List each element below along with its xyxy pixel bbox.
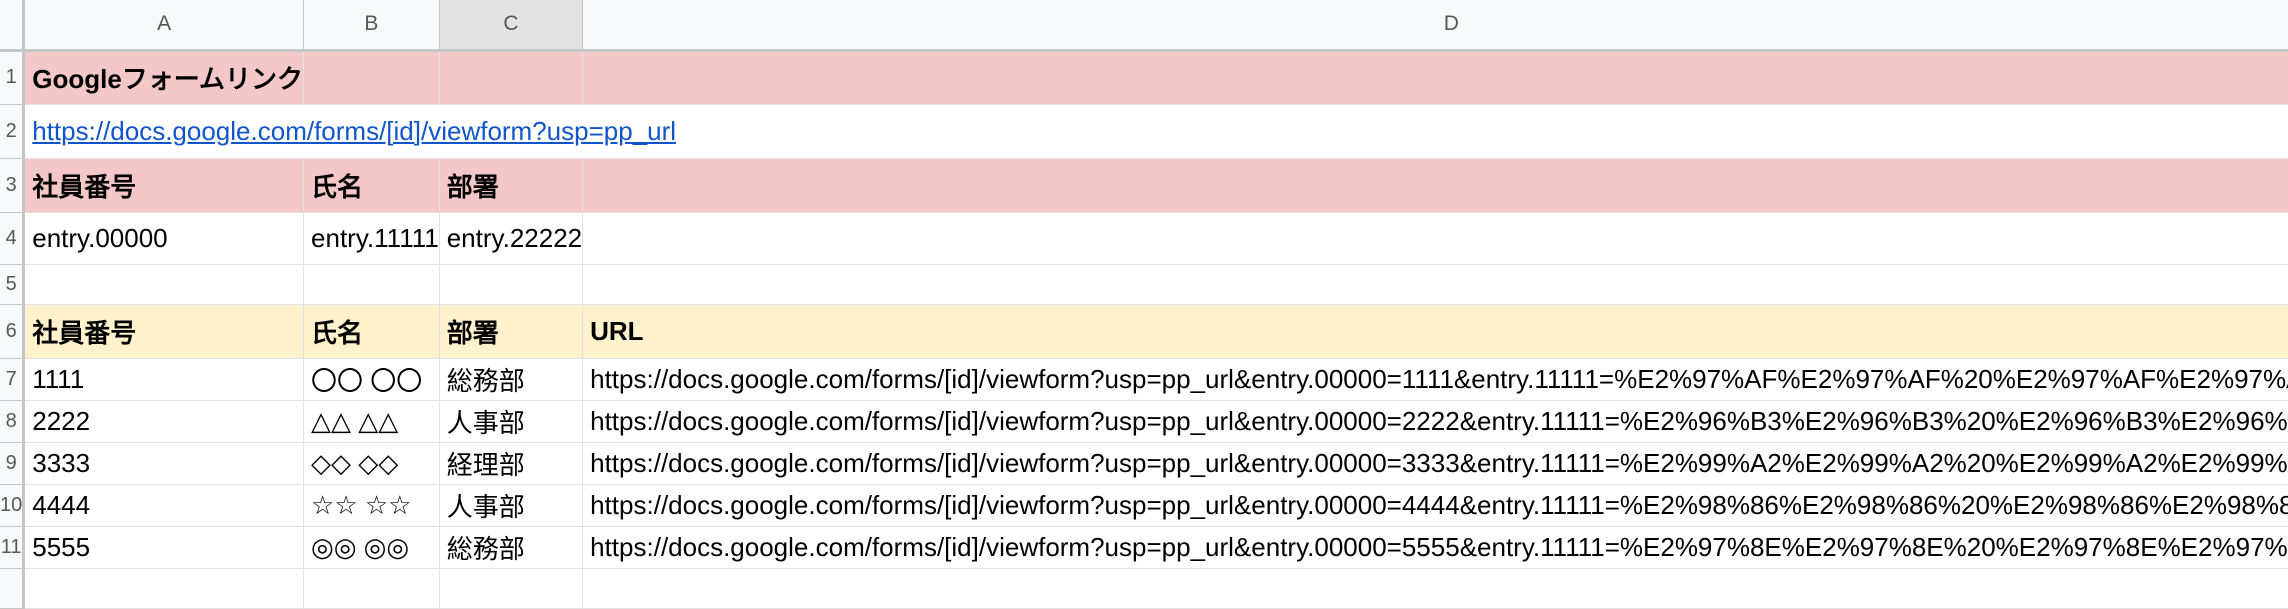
- cell-b11[interactable]: ◎◎ ◎◎: [303, 526, 440, 569]
- cell-c12[interactable]: [439, 568, 584, 609]
- cell-a1[interactable]: Googleフォームリンク: [23, 50, 305, 105]
- row-header[interactable]: [0, 568, 26, 609]
- cell-d7[interactable]: https://docs.google.com/forms/[id]/viewf…: [582, 358, 2288, 401]
- cell-b6[interactable]: 氏名: [303, 304, 440, 359]
- cell-c4[interactable]: entry.22222: [439, 212, 584, 265]
- row-header[interactable]: 3: [0, 158, 26, 213]
- cell-a9[interactable]: 3333: [23, 442, 305, 485]
- sheet-row: 8 2222 △△ △△ 人事部 https://docs.google.com…: [0, 400, 2288, 443]
- cell-a2[interactable]: https://docs.google.com/forms/[id]/viewf…: [23, 104, 2288, 159]
- row-header[interactable]: 7: [0, 358, 26, 401]
- cell-b10[interactable]: ☆☆ ☆☆: [303, 484, 440, 527]
- cell-b4[interactable]: entry.11111: [303, 212, 440, 265]
- form-link[interactable]: https://docs.google.com/forms/[id]/viewf…: [32, 116, 676, 146]
- sheet-row: 1 Googleフォームリンク: [0, 50, 2288, 105]
- cell-d5[interactable]: [582, 264, 2288, 305]
- cell-c3[interactable]: 部署: [439, 158, 584, 213]
- cell-d10[interactable]: https://docs.google.com/forms/[id]/viewf…: [582, 484, 2288, 527]
- column-header-d[interactable]: D: [582, 0, 2288, 52]
- row-header[interactable]: 6: [0, 304, 26, 359]
- cell-d12[interactable]: [582, 568, 2288, 609]
- cell-c7[interactable]: 総務部: [439, 358, 584, 401]
- row-header[interactable]: 8: [0, 400, 26, 443]
- cell-a3[interactable]: 社員番号: [23, 158, 305, 213]
- cell-d11[interactable]: https://docs.google.com/forms/[id]/viewf…: [582, 526, 2288, 569]
- cell-b8[interactable]: △△ △△: [303, 400, 440, 443]
- cell-b12[interactable]: [303, 568, 440, 609]
- cell-a12[interactable]: [23, 568, 305, 609]
- cell-d3[interactable]: [582, 158, 2288, 213]
- sheet-row: 9 3333 ◇◇ ◇◇ 経理部 https://docs.google.com…: [0, 442, 2288, 485]
- column-header-b[interactable]: B: [303, 0, 440, 52]
- cell-a10[interactable]: 4444: [23, 484, 305, 527]
- sheet-row: 3 社員番号 氏名 部署: [0, 158, 2288, 213]
- cell-c1[interactable]: [439, 50, 584, 105]
- cell-b1[interactable]: [303, 50, 440, 105]
- sheet-row: 4 entry.00000 entry.11111 entry.22222: [0, 212, 2288, 265]
- column-header-c[interactable]: C: [439, 0, 584, 52]
- cell-a11[interactable]: 5555: [23, 526, 305, 569]
- row-header[interactable]: 1: [0, 50, 26, 105]
- sheet-row: 5: [0, 264, 2288, 305]
- cell-a4[interactable]: entry.00000: [23, 212, 305, 265]
- cell-a7[interactable]: 1111: [23, 358, 305, 401]
- cell-a6[interactable]: 社員番号: [23, 304, 305, 359]
- cell-b3[interactable]: 氏名: [303, 158, 440, 213]
- column-header-a[interactable]: A: [23, 0, 305, 52]
- cell-d8[interactable]: https://docs.google.com/forms/[id]/viewf…: [582, 400, 2288, 443]
- row-header[interactable]: 9: [0, 442, 26, 485]
- sheet-row: 10 4444 ☆☆ ☆☆ 人事部 https://docs.google.co…: [0, 484, 2288, 527]
- cell-c10[interactable]: 人事部: [439, 484, 584, 527]
- select-all-corner[interactable]: [0, 0, 26, 52]
- cell-c9[interactable]: 経理部: [439, 442, 584, 485]
- row-header[interactable]: 4: [0, 212, 26, 265]
- cell-d9[interactable]: https://docs.google.com/forms/[id]/viewf…: [582, 442, 2288, 485]
- row-header[interactable]: 11: [0, 526, 26, 569]
- cell-c8[interactable]: 人事部: [439, 400, 584, 443]
- row-header[interactable]: 5: [0, 264, 26, 305]
- cell-b5[interactable]: [303, 264, 440, 305]
- sheet-row: 11 5555 ◎◎ ◎◎ 総務部 https://docs.google.co…: [0, 526, 2288, 569]
- cell-c6[interactable]: 部署: [439, 304, 584, 359]
- cell-c5[interactable]: [439, 264, 584, 305]
- spreadsheet-grid: A B C D 1 Googleフォームリンク 2 https://docs.g…: [0, 0, 2288, 609]
- cell-a5[interactable]: [23, 264, 305, 305]
- cell-b7[interactable]: 〇〇 〇〇: [303, 358, 440, 401]
- sheet-row: 7 1111 〇〇 〇〇 総務部 https://docs.google.com…: [0, 358, 2288, 401]
- cell-b9[interactable]: ◇◇ ◇◇: [303, 442, 440, 485]
- cell-d4[interactable]: [582, 212, 2288, 265]
- cell-a8[interactable]: 2222: [23, 400, 305, 443]
- column-header-row: A B C D: [0, 0, 2288, 52]
- cell-d1[interactable]: [582, 50, 2288, 105]
- sheet-row: 6 社員番号 氏名 部署 URL: [0, 304, 2288, 359]
- cell-d6[interactable]: URL: [582, 304, 2288, 359]
- sheet-row: [0, 568, 2288, 609]
- cell-c11[interactable]: 総務部: [439, 526, 584, 569]
- row-header[interactable]: 10: [0, 484, 26, 527]
- sheet-row: 2 https://docs.google.com/forms/[id]/vie…: [0, 104, 2288, 159]
- row-header[interactable]: 2: [0, 104, 26, 159]
